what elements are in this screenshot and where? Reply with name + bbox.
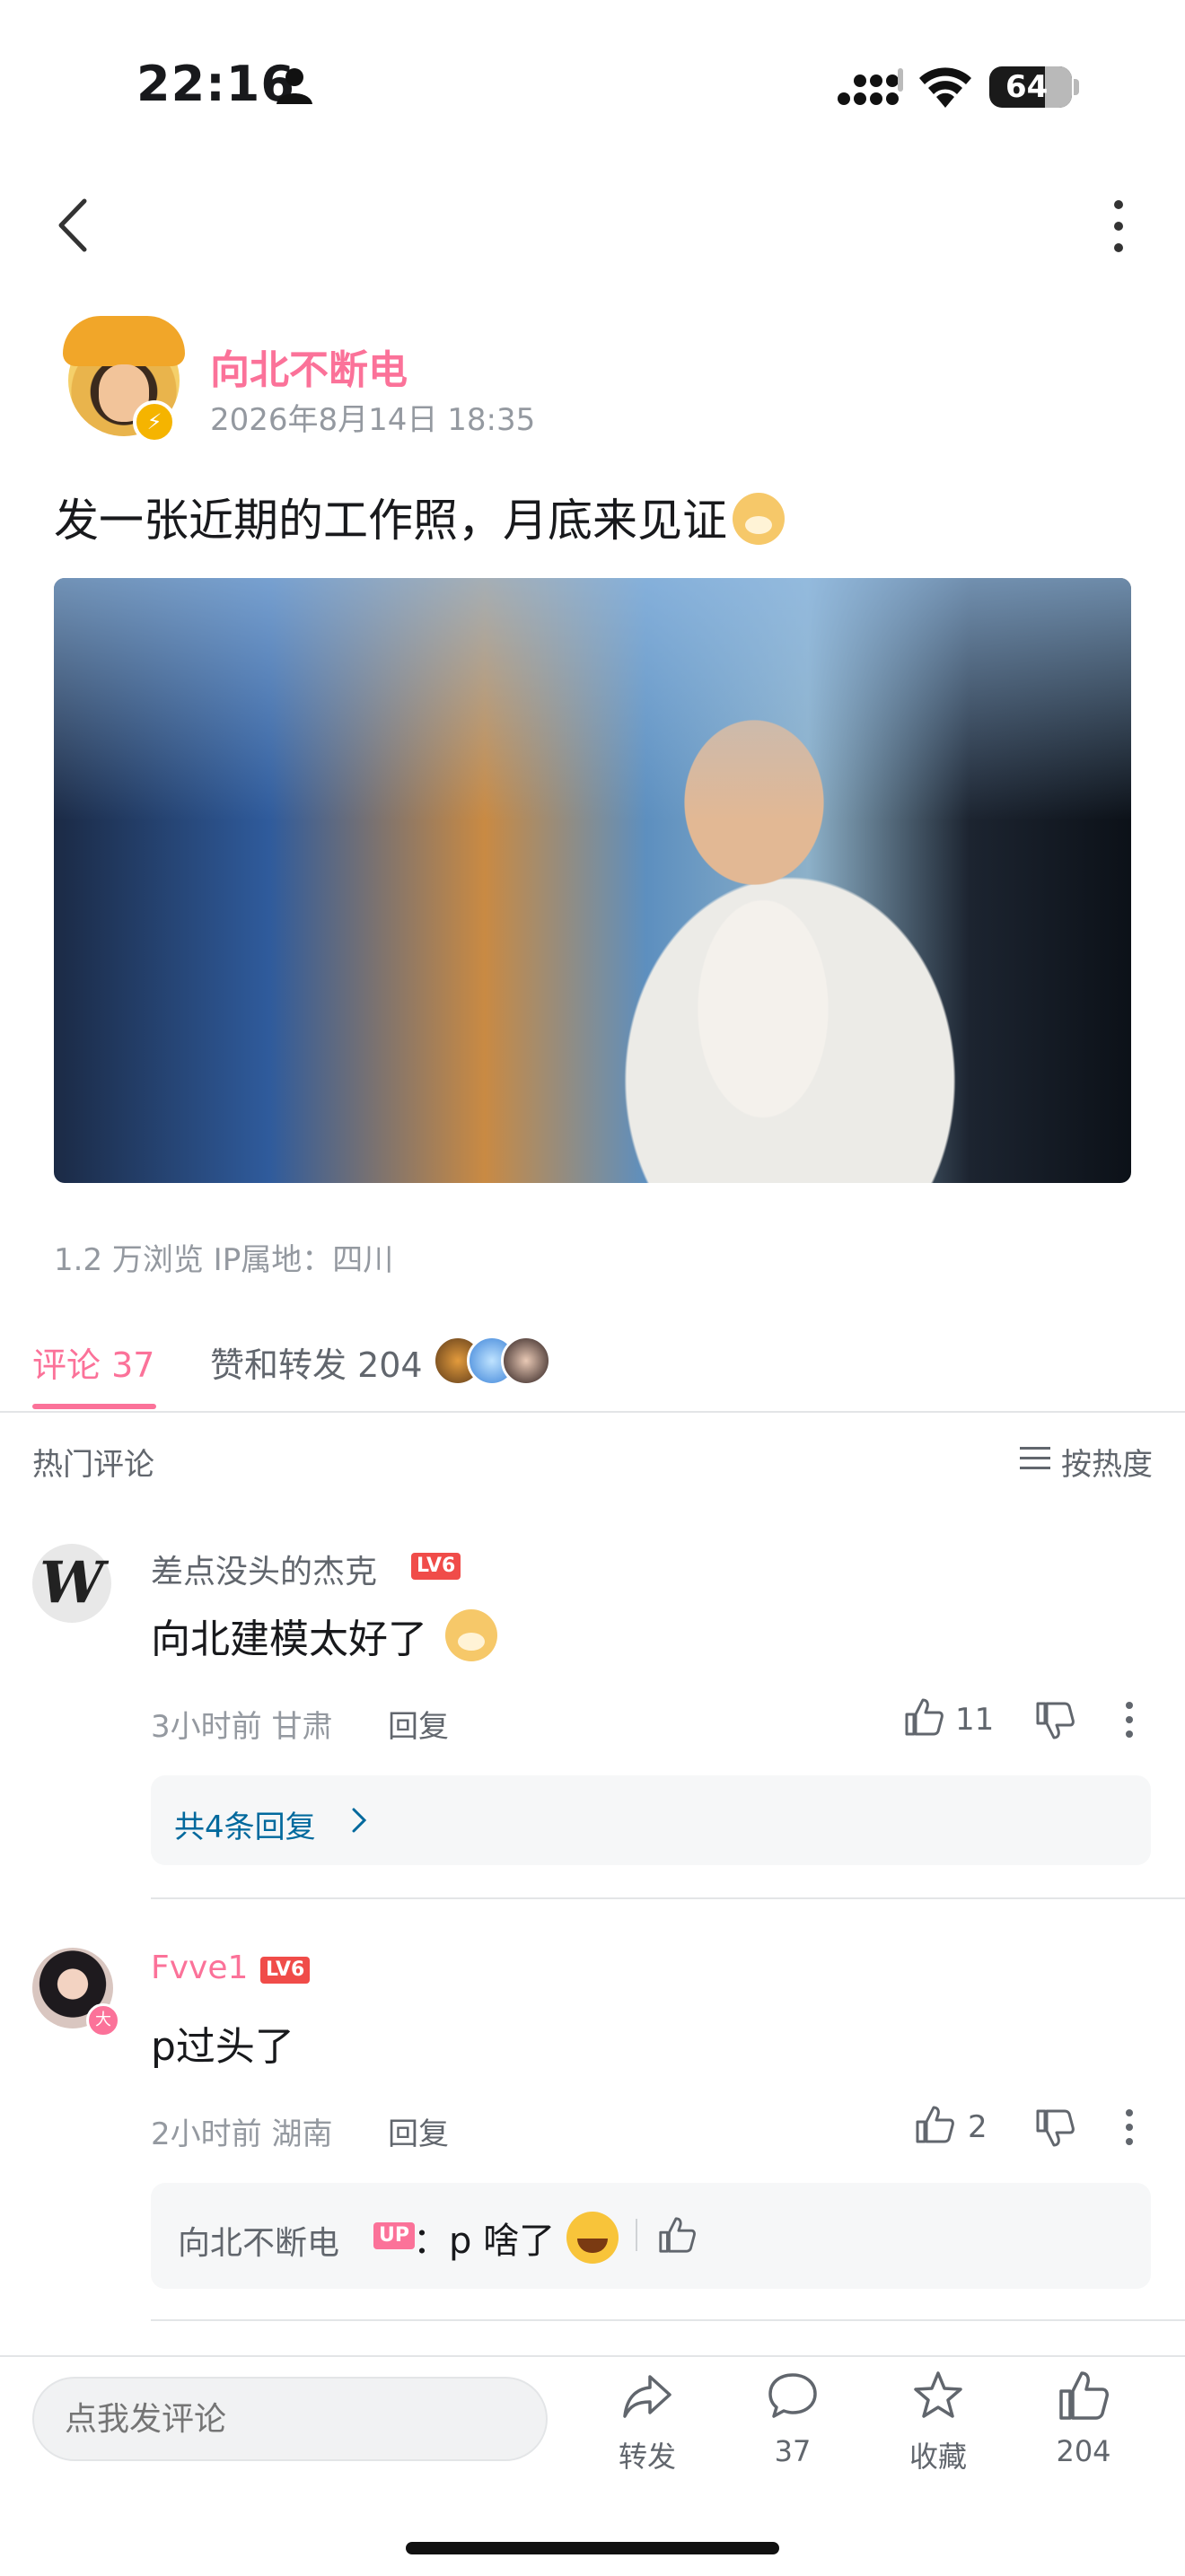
comment-meta: 3小时前 甘肃 bbox=[151, 1709, 333, 1745]
comment-text-content: 向北建模太好了 bbox=[151, 1617, 427, 1662]
tab-likes-reposts[interactable]: 赞和转发 204 bbox=[210, 1337, 423, 1387]
more-options-icon[interactable] bbox=[1101, 197, 1137, 255]
laugh-emoji-icon bbox=[566, 2212, 619, 2264]
avatar-badge-icon: 大 bbox=[86, 2003, 120, 2037]
verified-lightning-icon: ⚡ bbox=[133, 400, 176, 443]
dislike-icon[interactable] bbox=[1034, 1700, 1075, 1741]
level-badge: LV6 bbox=[260, 1957, 311, 1984]
liker-avatar bbox=[501, 1336, 551, 1386]
sort-by-heat-button[interactable]: 按热度 bbox=[1061, 1440, 1153, 1484]
comment-icon[interactable] bbox=[767, 2370, 819, 2422]
comment-divider bbox=[151, 1897, 1185, 1899]
comment-meta: 2小时前 湖南 bbox=[151, 2116, 333, 2152]
commenter-avatar[interactable]: W bbox=[32, 1544, 111, 1623]
person-icon bbox=[276, 68, 312, 104]
sub-reply-author[interactable]: 向北不断电 bbox=[178, 2217, 339, 2264]
post-text-content: 发一张近期的工作照，月底来见证 bbox=[54, 495, 727, 547]
like-count[interactable]: 204 bbox=[1030, 2434, 1137, 2468]
home-indicator bbox=[406, 2542, 779, 2554]
comment-input[interactable] bbox=[32, 2377, 548, 2461]
favorite-label[interactable]: 收藏 bbox=[884, 2434, 992, 2475]
comment-divider bbox=[151, 2319, 1185, 2321]
chevron-right-icon bbox=[352, 1808, 367, 1833]
like-icon[interactable] bbox=[914, 2104, 955, 2145]
sub-reply-text-content: ：p 啥了 bbox=[413, 2221, 556, 2262]
sub-reply-text: ：p 啥了 bbox=[413, 2212, 619, 2264]
tabs-divider bbox=[0, 1411, 1185, 1413]
battery-level: 64 bbox=[1005, 69, 1049, 105]
view-replies-link[interactable]: 共4条回复 bbox=[174, 1802, 316, 1846]
like-icon[interactable] bbox=[657, 2215, 697, 2255]
like-count: 11 bbox=[955, 1702, 995, 1738]
dislike-icon[interactable] bbox=[1034, 2107, 1075, 2149]
sub-reply-separator bbox=[636, 2219, 637, 2251]
tab-comments[interactable]: 评论 37 bbox=[32, 1337, 154, 1387]
favorite-star-icon[interactable] bbox=[912, 2370, 964, 2422]
battery-nub bbox=[1074, 79, 1079, 95]
comment-text: 向北建模太好了 bbox=[151, 1607, 497, 1664]
post-stats: 1.2 万浏览 IP属地：四川 bbox=[54, 1242, 394, 1278]
status-time: 22:16 bbox=[136, 56, 295, 112]
reply-button[interactable]: 回复 bbox=[388, 2109, 449, 2153]
hot-comments-label: 热门评论 bbox=[32, 1447, 154, 1483]
comment-text: p过头了 bbox=[151, 2024, 294, 2070]
back-icon[interactable] bbox=[50, 194, 95, 257]
level-badge: LV6 bbox=[411, 1553, 461, 1580]
share-label[interactable]: 转发 bbox=[593, 2434, 701, 2475]
share-icon[interactable] bbox=[621, 2370, 673, 2422]
post-text: 发一张近期的工作照，月底来见证 bbox=[54, 485, 785, 549]
sub-reply-box[interactable]: 向北不断电 UP ：p 啥了 bbox=[151, 2183, 1151, 2289]
tab-active-indicator bbox=[32, 1404, 156, 1409]
author-name[interactable]: 向北不断电 bbox=[210, 337, 408, 395]
battery-indicator: 64 bbox=[989, 66, 1072, 108]
doge-emoji-icon bbox=[733, 493, 785, 545]
commenter-name[interactable]: 差点没头的杰克 bbox=[151, 1546, 377, 1592]
post-photo[interactable] bbox=[54, 578, 1131, 1183]
replies-box[interactable]: 共4条回复 bbox=[151, 1775, 1151, 1865]
post-date: 2026年8月14日 18:35 bbox=[210, 402, 536, 438]
comment-more-icon[interactable] bbox=[1124, 2107, 1135, 2147]
like-icon[interactable] bbox=[1058, 2370, 1110, 2422]
comment-more-icon[interactable] bbox=[1124, 1700, 1135, 1739]
reply-button[interactable]: 回复 bbox=[388, 1702, 449, 1746]
sort-icon[interactable] bbox=[1020, 1445, 1050, 1472]
comment-count[interactable]: 37 bbox=[739, 2434, 847, 2468]
commenter-name[interactable]: Fvve1 bbox=[151, 1950, 248, 1986]
like-count: 2 bbox=[968, 2109, 988, 2145]
up-badge: UP bbox=[373, 2222, 415, 2249]
doge-emoji-icon bbox=[445, 1609, 497, 1661]
signal-icon bbox=[838, 68, 903, 105]
wifi-icon bbox=[919, 67, 971, 108]
like-icon[interactable] bbox=[903, 1696, 944, 1738]
